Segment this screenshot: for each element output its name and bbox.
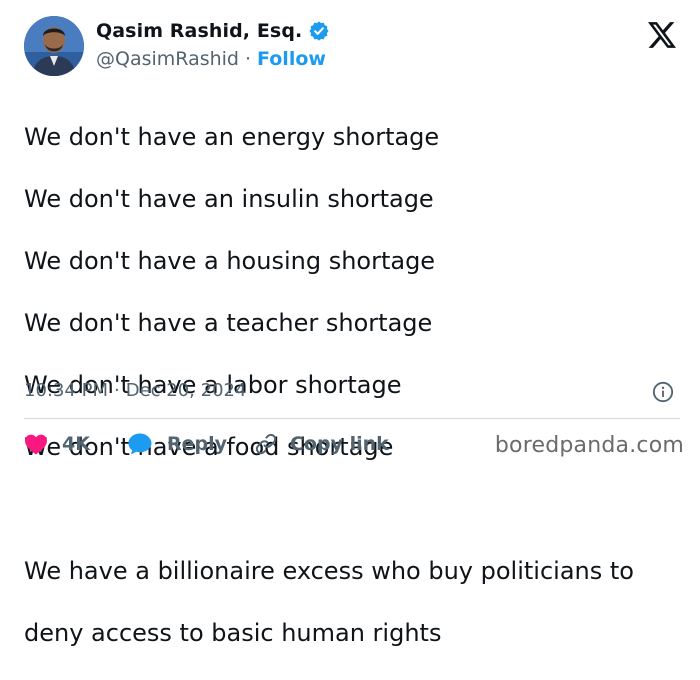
tweet-line: We don't have an energy shortage bbox=[24, 123, 440, 151]
tweet-line: We don't have an insulin shortage bbox=[24, 185, 434, 213]
tweet-line: deny access to basic human rights bbox=[24, 619, 442, 647]
tweet-timestamp[interactable]: 10:34 PM · Dec 20, 2024 bbox=[24, 380, 246, 401]
reply-bubble-icon bbox=[128, 433, 152, 455]
separator-dot: · bbox=[245, 48, 252, 70]
info-icon[interactable] bbox=[652, 381, 674, 403]
author-name-row: Qasim Rashid, Esq. bbox=[96, 20, 330, 42]
watermark: boredpanda.com bbox=[494, 433, 684, 458]
tweet-time: 10:34 PM bbox=[24, 380, 108, 401]
tweet-line: We have a billionaire excess who buy pol… bbox=[24, 557, 634, 585]
avatar-image bbox=[24, 16, 84, 76]
like-count: 4K bbox=[62, 433, 90, 455]
separator-dot: · bbox=[113, 380, 120, 401]
tweet-actions: 4K Reply Copy link bbox=[24, 430, 389, 458]
x-logo-icon[interactable] bbox=[648, 22, 676, 48]
author-handle-row: @QasimRashid · Follow bbox=[96, 48, 326, 70]
copy-link-button[interactable]: Copy link bbox=[254, 432, 389, 456]
reply-button[interactable]: Reply bbox=[127, 432, 227, 456]
copy-link-label: Copy link bbox=[289, 433, 389, 455]
verified-badge-icon bbox=[309, 21, 329, 41]
like-button[interactable]: 4K bbox=[24, 433, 90, 455]
divider bbox=[24, 418, 680, 419]
tweet-line: We don't have a teacher shortage bbox=[24, 309, 433, 337]
avatar[interactable] bbox=[24, 16, 84, 76]
reply-label: Reply bbox=[166, 433, 227, 455]
author-handle[interactable]: @QasimRashid bbox=[96, 48, 239, 70]
link-icon bbox=[255, 433, 277, 455]
follow-button[interactable]: Follow bbox=[257, 48, 326, 70]
tweet-card: Qasim Rashid, Esq. @QasimRashid · Follow… bbox=[0, 0, 700, 647]
heart-icon bbox=[25, 434, 47, 455]
tweet-date: Dec 20, 2024 bbox=[125, 380, 247, 401]
author-display-name[interactable]: Qasim Rashid, Esq. bbox=[96, 20, 302, 42]
tweet-line: We don't have a housing shortage bbox=[24, 247, 436, 275]
